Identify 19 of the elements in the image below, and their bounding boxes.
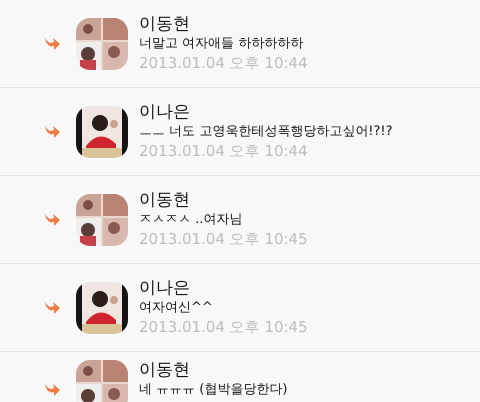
message-text: ㅈㅅㅈㅅ ..여자님	[139, 210, 242, 228]
reply-arrow-icon	[44, 300, 61, 315]
message-text: 여자여신^^	[139, 298, 213, 316]
sender-name: 이동현	[139, 190, 190, 210]
sender-name: 이동현	[139, 360, 190, 381]
message-time: 2013.01.04 오후 10:44	[139, 52, 308, 74]
message-text: 네 ㅠㅠㅠ (협박을당한다)	[139, 381, 288, 399]
reply-arrow-icon	[44, 36, 61, 51]
sender-name: 이나은	[139, 102, 190, 122]
message-text: 너말고 여자애들 하하하하하	[139, 34, 304, 52]
sender-name: 이동현	[139, 14, 190, 34]
reply-arrow-icon	[44, 124, 61, 139]
message-time: 2013.01.04 오후 10:44	[139, 140, 308, 162]
sender-name: 이나은	[139, 278, 190, 298]
reply-arrow-icon	[44, 382, 61, 397]
message-time: 2013.01.04 오후 10:45	[139, 228, 308, 250]
message-time: 2013.01.04 오후 10:45	[139, 316, 308, 338]
reply-arrow-icon	[44, 212, 61, 227]
message-text: ㅡㅡ 너도 고영욱한테성폭행당하고싶어!?!?	[139, 122, 392, 140]
